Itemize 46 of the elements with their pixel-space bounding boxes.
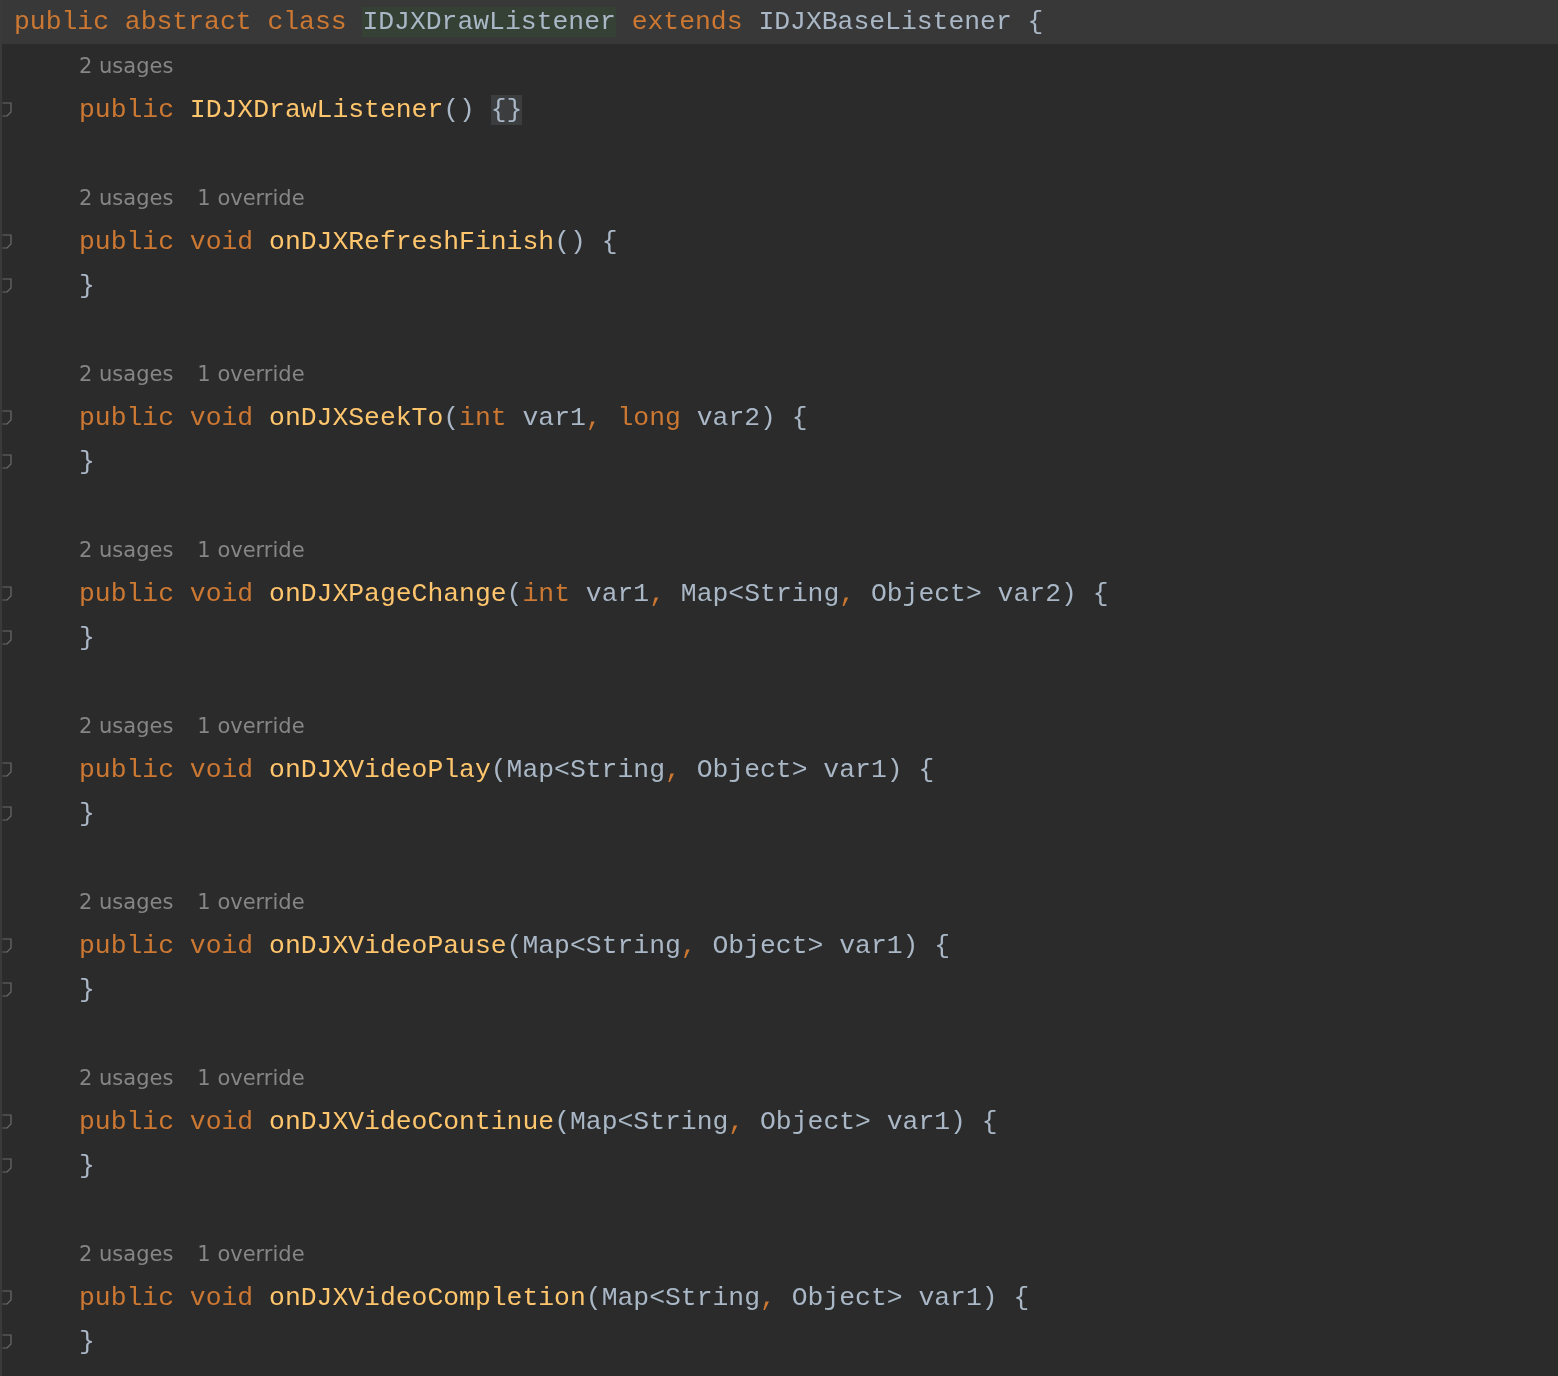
fold-icon[interactable] [2, 806, 12, 822]
fold-icon[interactable] [2, 762, 12, 778]
code-line: public void onDJXVideoContinue(Map<String, Object> var1) { [79, 1107, 998, 1137]
inlay-hint[interactable]: 1 override [197, 714, 305, 738]
fold-icon[interactable] [2, 630, 12, 646]
inlay-hint[interactable]: 2 usages [79, 538, 174, 562]
fold-icon[interactable] [2, 1290, 12, 1306]
fold-icon[interactable] [2, 1158, 12, 1174]
fold-icon[interactable] [2, 586, 12, 602]
inlay-hint[interactable]: 1 override [197, 890, 305, 914]
fold-icon[interactable] [2, 982, 12, 998]
inlay-hint[interactable]: 2 usages [79, 54, 174, 78]
fold-icon[interactable] [2, 410, 12, 426]
code-line: public void onDJXVideoPlay(Map<String, Object> var1) { [79, 755, 935, 785]
fold-icon[interactable] [2, 102, 12, 118]
code-line: } [79, 975, 95, 1005]
code-line: public void onDJXPageChange(int var1, Map<String, Object> var2) { [79, 579, 1109, 609]
fold-icon[interactable] [2, 1114, 12, 1130]
code-line: public void onDJXRefreshFinish() { [79, 227, 618, 257]
code-line: } [79, 447, 95, 477]
inlay-hint[interactable]: 1 override [197, 1242, 305, 1266]
inlay-hint[interactable]: 2 usages [79, 714, 174, 738]
code-line: } [79, 623, 95, 653]
inlay-hint[interactable]: 1 override [197, 186, 305, 210]
inlay-hint[interactable]: 1 override [197, 362, 305, 386]
inlay-hint[interactable]: 2 usages [79, 1242, 174, 1266]
code-line: public IDJXDrawListener() {} [79, 95, 523, 125]
fold-icon[interactable] [2, 234, 12, 250]
inlay-hint[interactable]: 1 override [197, 538, 305, 562]
code-line: public abstract class IDJXDrawListener extends IDJXBaseListener { [14, 7, 1044, 37]
inlay-hint[interactable]: 2 usages [79, 1066, 174, 1090]
fold-icon[interactable] [2, 938, 12, 954]
code-line: } [79, 1327, 95, 1357]
code-line: } [79, 1151, 95, 1181]
code-line: public void onDJXSeekTo(int var1, long var2) { [79, 403, 808, 433]
inlay-hint[interactable]: 1 override [197, 1066, 305, 1090]
inlay-hint[interactable]: 2 usages [79, 890, 174, 914]
code-line: } [79, 271, 95, 301]
code-line: public void onDJXVideoCompletion(Map<String, Object> var1) { [79, 1283, 1030, 1313]
fold-icon[interactable] [2, 278, 12, 294]
code-line: public void onDJXVideoPause(Map<String, Object> var1) { [79, 931, 951, 961]
fold-icon[interactable] [2, 1334, 12, 1350]
inlay-hint[interactable]: 2 usages [79, 362, 174, 386]
inlay-hint[interactable]: 2 usages [79, 186, 174, 210]
code-line: } [79, 799, 95, 829]
fold-icon[interactable] [2, 454, 12, 470]
